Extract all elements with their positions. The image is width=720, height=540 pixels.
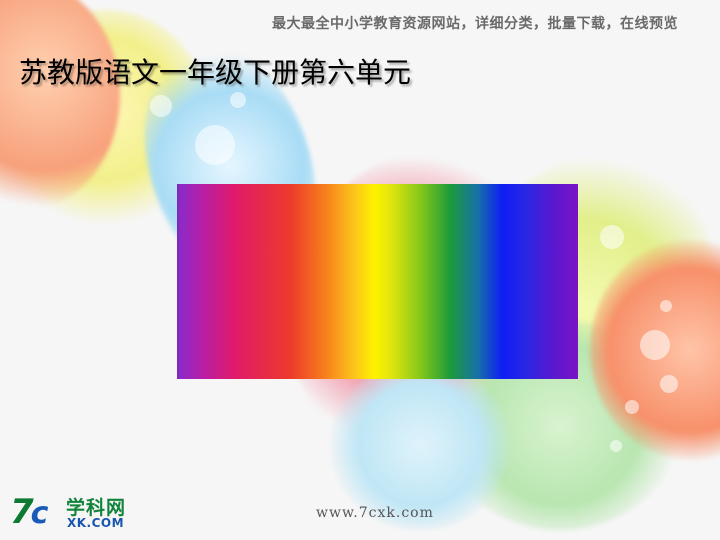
bokeh-dot	[600, 225, 624, 249]
bokeh-dot	[610, 440, 622, 452]
bokeh-dot	[625, 400, 639, 414]
bokeh-dot	[660, 300, 672, 312]
site-slogan: 最大最全中小学教育资源网站，详细分类，批量下载，在线预览	[272, 16, 678, 32]
logo-mark-icon: 7c	[10, 492, 48, 532]
bokeh-dot	[640, 330, 670, 360]
logo-name-en: XK.COM	[67, 516, 125, 530]
page-title: 苏教版语文一年级下册第六单元	[19, 56, 412, 89]
bokeh-dot	[150, 95, 172, 117]
site-logo[interactable]: 7c 学科网 XK.COM	[10, 492, 140, 532]
color-spectrum-image	[177, 184, 578, 379]
bokeh-dot	[660, 375, 678, 393]
footer-url: www.7cxk.com	[316, 505, 434, 521]
bokeh-dot	[195, 125, 235, 165]
bokeh-dot	[230, 92, 246, 108]
